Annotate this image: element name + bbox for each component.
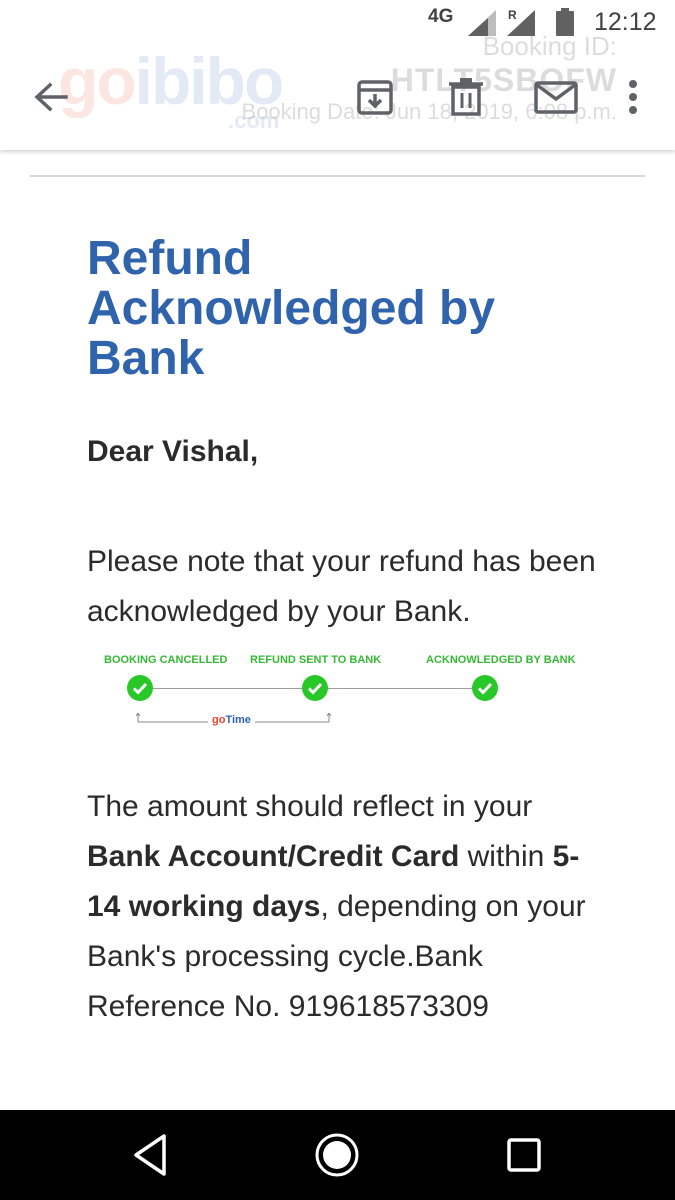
bank-account-emphasis: Bank Account/Credit Card xyxy=(87,840,460,873)
archive-icon[interactable] xyxy=(354,76,396,118)
check-circle-icon xyxy=(127,675,153,701)
email-greeting: Dear Vishal, xyxy=(87,435,259,468)
roaming-indicator: R xyxy=(508,8,517,22)
step-label-acknowledged: ACKNOWLEDGED BY BANK xyxy=(426,654,576,666)
battery-icon xyxy=(556,8,574,36)
refund-progress-tracker: BOOKING CANCELLED REFUND SENT TO BANK AC… xyxy=(90,648,590,738)
check-circle-icon xyxy=(302,675,328,701)
signal-icon xyxy=(468,10,496,36)
step-label-booking-cancelled: BOOKING CANCELLED xyxy=(104,654,228,666)
nav-recents-icon[interactable] xyxy=(506,1137,542,1173)
check-circle-icon xyxy=(472,675,498,701)
progress-line xyxy=(315,688,485,689)
android-nav-bar xyxy=(0,1110,675,1200)
nav-back-icon[interactable] xyxy=(130,1132,172,1178)
step-label-refund-sent: REFUND SENT TO BANK xyxy=(250,654,382,666)
header-divider xyxy=(30,175,645,177)
email-headline: Refund Acknowledged by Bank xyxy=(87,232,496,385)
status-bar: 4G R 12:12 xyxy=(0,0,675,44)
status-time: 12:12 xyxy=(594,8,657,36)
email-body: The amount should reflect in your Bank A… xyxy=(87,790,586,1023)
progress-line xyxy=(140,688,315,689)
delete-icon[interactable] xyxy=(445,76,487,118)
network-type: 4G xyxy=(428,6,454,27)
mail-icon[interactable] xyxy=(532,76,580,118)
gotime-logo: goTime xyxy=(208,714,255,726)
nav-home-icon[interactable] xyxy=(313,1131,361,1179)
email-intro: Please note that your refund has been ac… xyxy=(87,545,596,628)
more-vert-icon[interactable] xyxy=(618,76,648,118)
arrow-back-icon[interactable] xyxy=(30,76,72,118)
app-bar: goibibo .com Booking ID: HTLT5SBOFW Book… xyxy=(0,0,675,150)
